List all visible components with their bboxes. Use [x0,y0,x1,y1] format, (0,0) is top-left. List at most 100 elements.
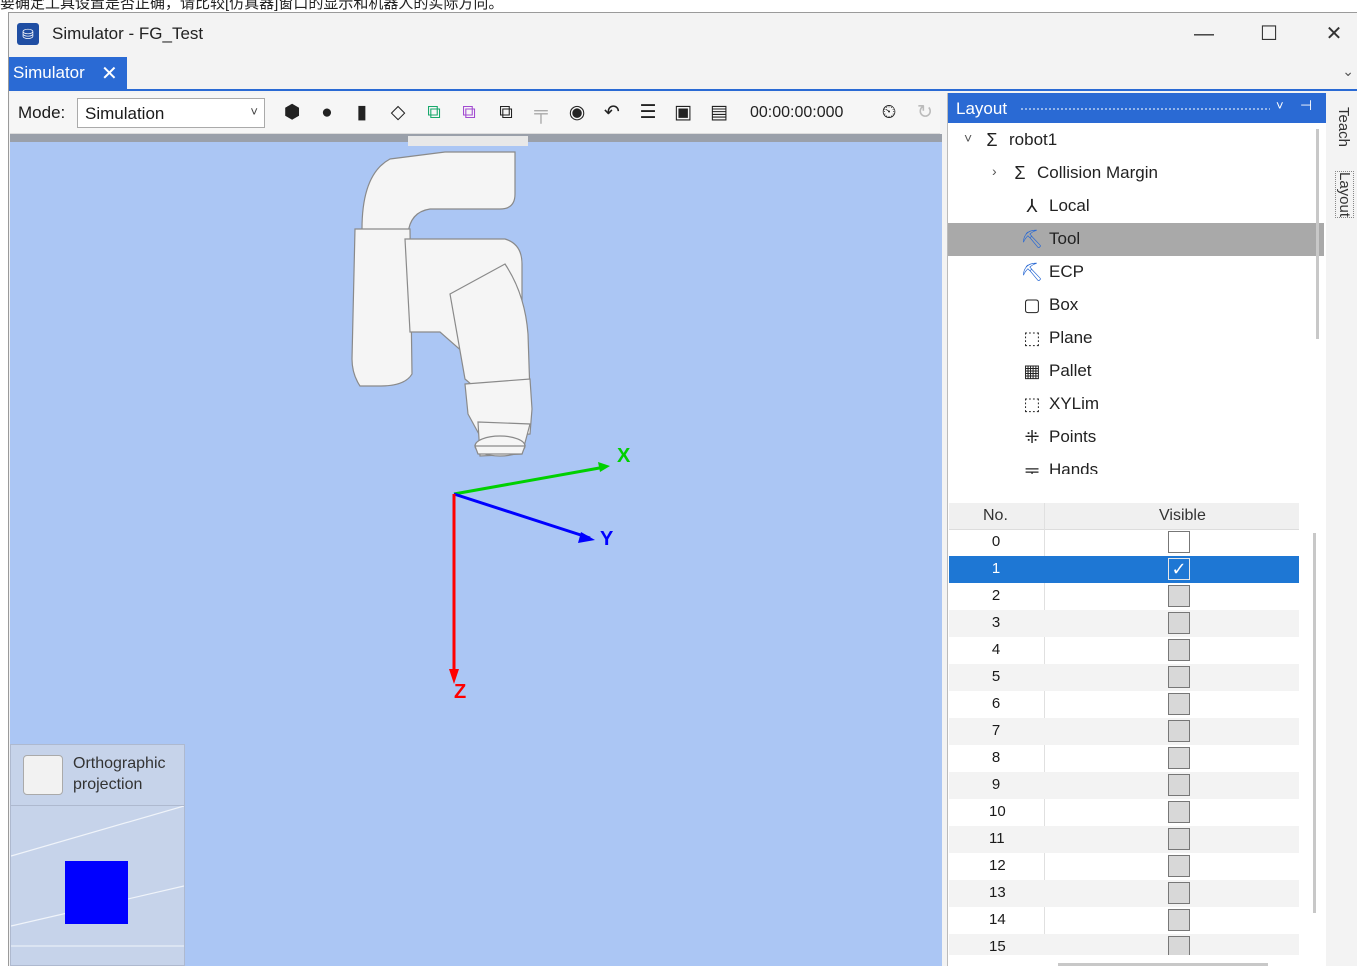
table-row[interactable]: 14 [949,907,1299,934]
visible-checkbox[interactable] [1168,531,1190,553]
xylim-icon: ⬚ [1023,394,1041,414]
tab-overflow-icon[interactable]: ⌄ [1342,63,1354,80]
chevron-down-icon[interactable]: ˅ [964,130,972,146]
visible-checkbox[interactable] [1168,720,1190,742]
visible-checkbox[interactable] [1168,774,1190,796]
visible-checkbox[interactable] [1168,936,1190,955]
tree-item-collision-margin[interactable]: › Σ Collision Margin [948,157,1324,190]
show-robot-icon[interactable]: ⧉ [422,101,446,125]
layout-tree: ˅ Σrobot1 › Σ Collision Margin ⅄ Local ⛏ Tool ⛏ EC… [948,124,1326,474]
table-row[interactable]: 0 [949,529,1299,556]
mode-label: Mode: [18,103,66,122]
tree-item-plane[interactable]: ⬚ Plane [948,322,1324,355]
tree-item-pallet[interactable]: ▦ Pallet [948,355,1324,388]
sphere-icon[interactable]: ● [315,101,339,125]
table-row[interactable]: 3 [949,610,1299,637]
hand-icon[interactable]: ╤ [529,101,553,125]
chevron-right-icon[interactable]: › [992,163,997,179]
tree-item-local[interactable]: ⅄ Local [948,190,1324,223]
3d-viewport[interactable]: X Y Z Orthographic projection [10,134,942,966]
tree-item-label: ECP [1049,262,1084,281]
plane-icon[interactable]: ◇ [386,101,410,125]
table-row[interactable]: 7 [949,718,1299,745]
table-row[interactable]: 4 [949,637,1299,664]
table-row[interactable]: 9 [949,772,1299,799]
tree-scrollbar[interactable] [1316,129,1319,339]
simulation-timer: 00:00:00:000 [750,104,844,121]
table-row[interactable]: 2 [949,583,1299,610]
row-number: 3 [991,614,1001,631]
table-row[interactable]: 13 [949,880,1299,907]
table-vertical-scrollbar[interactable] [1313,533,1316,913]
tree-item-xylim[interactable]: ⬚ XYLim [948,388,1324,421]
pin-icon[interactable]: ⊣ [1300,97,1312,114]
table-row[interactable]: 6 [949,691,1299,718]
list-icon[interactable]: ☰ [636,101,660,125]
visible-checkbox[interactable]: ✓ [1168,558,1190,580]
maximize-button[interactable]: ☐ [1249,19,1289,49]
local-axis-icon: ⅄ [1026,196,1038,216]
record-icon[interactable]: ▤ [707,101,731,125]
show-hand-icon[interactable]: ⧉ [457,101,481,125]
speed-icon[interactable]: ⏲ [877,101,901,125]
table-row[interactable]: 11 [949,826,1299,853]
reset-icon[interactable]: ↻ [913,101,937,125]
tree-item-robot1[interactable]: ˅ Σrobot1 [948,124,1324,157]
visible-checkbox[interactable] [1168,747,1190,769]
axis-y-line [453,492,591,540]
visible-checkbox[interactable] [1168,639,1190,661]
visible-checkbox[interactable] [1168,855,1190,877]
row-number: 12 [989,857,1006,874]
table-row[interactable]: 8 [949,745,1299,772]
undo-icon[interactable]: ↶ [600,101,624,125]
view-cube-panel: Orthographic projection [10,744,185,966]
chevron-down-icon: ˅ [250,104,258,119]
row-number: 8 [991,749,1001,766]
visible-checkbox[interactable] [1168,693,1190,715]
cylinder-icon[interactable]: ▮ [350,101,374,125]
tree-item-label: Local [1049,196,1090,215]
tree-item-tool[interactable]: ⛏ Tool [948,223,1324,256]
tree-item-label: robot1 [1009,130,1058,149]
screenshot-icon[interactable]: ▣ [671,101,695,125]
visible-checkbox[interactable] [1168,801,1190,823]
close-tab-icon[interactable]: ✕ [101,61,118,86]
table-row[interactable]: 10 [949,799,1299,826]
copy-view-icon[interactable]: ⧉ [494,101,518,125]
side-tab-layout[interactable]: Layout [1335,171,1354,219]
axis-x-arrow [598,462,610,472]
panel-menu-icon[interactable]: ˅ [1276,98,1284,113]
simulator-toolbar: Mode: Simulation ˅ ⬢ ● ▮ ◇ ⧉ ⧉ ⧉ ╤ ◉ ↶ ☰… [10,93,940,134]
robot-icon: Σ [986,130,998,150]
tree-item-box[interactable]: ▢ Box [948,289,1324,322]
view-cube-face[interactable] [65,861,128,924]
side-tab-teach[interactable]: Teach [1335,107,1352,147]
visible-checkbox[interactable] [1168,585,1190,607]
visible-checkbox[interactable] [1168,612,1190,634]
table-row[interactable]: 15 [949,934,1299,955]
camera-icon[interactable]: ◉ [565,101,589,125]
view-cube[interactable] [11,805,184,966]
visible-checkbox[interactable] [1168,828,1190,850]
tab-simulator[interactable]: Simulator ✕ [9,57,127,89]
table-row[interactable]: 5 [949,664,1299,691]
collision-icon: Σ [1014,163,1026,183]
cube-icon[interactable]: ⬢ [280,101,304,125]
close-button[interactable]: ✕ [1314,19,1354,49]
ecp-icon: ⛏ [1020,262,1044,282]
table-row[interactable]: 12 [949,853,1299,880]
mode-select[interactable]: Simulation ˅ [77,98,265,128]
minimize-button[interactable]: — [1184,19,1224,49]
visible-checkbox[interactable] [1168,666,1190,688]
tree-item-ecp[interactable]: ⛏ ECP [948,256,1324,289]
visible-checkbox[interactable] [1168,909,1190,931]
visible-checkbox[interactable] [1168,882,1190,904]
pallet-icon: ▦ [1023,361,1041,381]
table-row[interactable]: 1 ✓ [949,556,1299,583]
tree-item-hands[interactable]: ╤ Hands [948,454,1324,474]
window-title: Simulator - FG_Test [52,24,204,43]
tree-item-points[interactable]: ⁜ Points [948,421,1324,454]
axis-z-label: Z [454,681,466,703]
orthographic-checkbox[interactable] [23,755,63,795]
axis-y-label: Y [600,528,614,550]
